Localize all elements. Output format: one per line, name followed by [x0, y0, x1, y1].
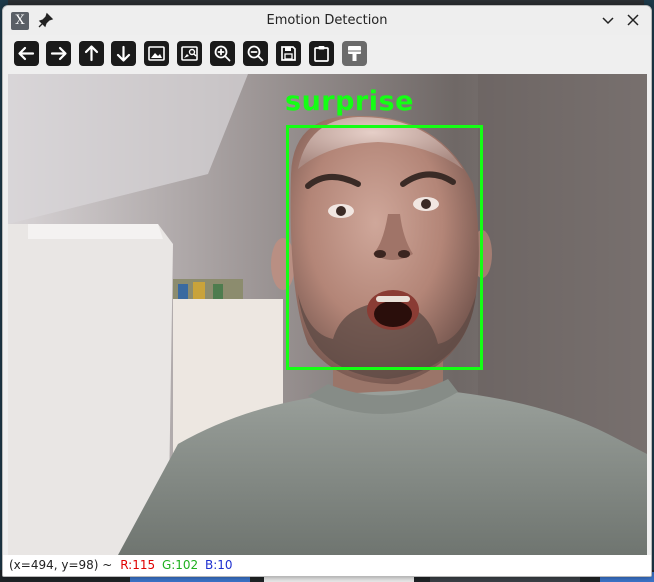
- minimize-button[interactable]: [599, 11, 617, 29]
- image-icon: [148, 46, 165, 61]
- title-bar[interactable]: X Emotion Detection: [3, 6, 651, 35]
- arrow-right-icon: [50, 46, 67, 61]
- face-bounding-box: [286, 125, 483, 370]
- pan-up-button[interactable]: [79, 41, 104, 66]
- zoom-in-icon: [214, 45, 231, 62]
- arrow-left-icon: [18, 46, 35, 61]
- toolbar: [3, 36, 651, 72]
- clipboard-icon: [314, 46, 329, 62]
- status-red-value: R:115: [120, 558, 156, 572]
- copy-clipboard-button[interactable]: [309, 41, 334, 66]
- pan-left-button[interactable]: [14, 41, 39, 66]
- status-blue-value: B:10: [205, 558, 233, 572]
- emotion-detection-window: X Emotion Detection surprise (x=494, y=9…: [2, 5, 652, 577]
- zoom-out-icon: [247, 45, 264, 62]
- window-title: Emotion Detection: [266, 13, 388, 28]
- arrow-down-icon: [116, 45, 131, 62]
- pan-right-button[interactable]: [46, 41, 71, 66]
- arrow-up-icon: [84, 45, 99, 62]
- zoom-original-button[interactable]: [177, 41, 202, 66]
- camera-image-view[interactable]: surprise: [8, 74, 647, 555]
- image-search-icon: [181, 46, 198, 61]
- status-bar: (x=494, y=98) ~ R:115 G:102 B:10: [3, 555, 651, 576]
- status-green-value: G:102: [161, 558, 199, 572]
- zoom-out-button[interactable]: [243, 41, 268, 66]
- emotion-label: surprise: [285, 86, 414, 117]
- save-icon: [281, 46, 296, 61]
- close-button[interactable]: [624, 11, 642, 29]
- zoom-in-button[interactable]: [210, 41, 235, 66]
- pan-down-button[interactable]: [111, 41, 136, 66]
- paint-brush-icon: [348, 46, 361, 61]
- zoom-image-button[interactable]: [144, 41, 169, 66]
- save-button[interactable]: [276, 41, 301, 66]
- properties-button[interactable]: [342, 41, 367, 66]
- status-coordinates: (x=494, y=98) ~: [9, 558, 113, 572]
